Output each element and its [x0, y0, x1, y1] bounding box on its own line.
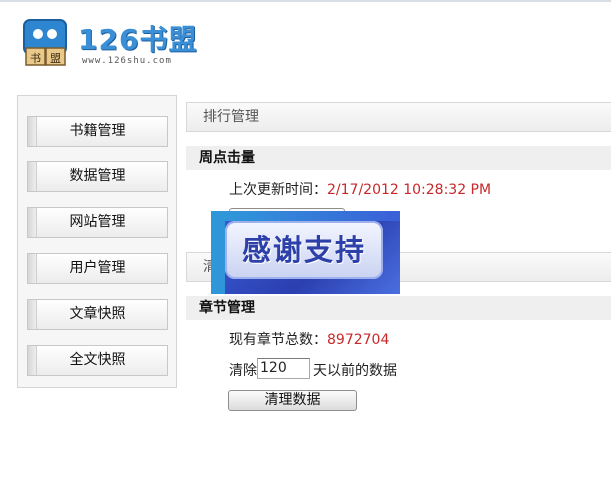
days-input[interactable]: 120 — [257, 358, 310, 379]
clear-prefix-label: 清除 — [229, 363, 257, 379]
logo-tile-right: 盟 — [50, 52, 61, 65]
sidebar-item-data[interactable]: 数据管理 — [27, 161, 168, 192]
logo-brand-text: 126书盟 — [78, 23, 198, 56]
last-update-row: 上次更新时间：2/17/2012 10:28:32 PM — [229, 179, 491, 199]
overlay-card: 感谢支持 — [225, 221, 383, 279]
logo-url-text: www.126shu.com — [82, 56, 172, 66]
thanks-overlay: 感谢支持 — [211, 211, 400, 294]
sidebar-item-fulltext-snapshot[interactable]: 全文快照 — [27, 345, 168, 376]
chapter-total-label: 现有章节总数： — [229, 332, 327, 348]
logo-mark-icon: 书 盟 — [23, 19, 67, 66]
chapter-total-value: 8972704 — [327, 332, 390, 348]
ranking-panel-header: 排行管理 — [186, 102, 611, 132]
sidebar-item-users[interactable]: 用户管理 — [27, 253, 168, 284]
clear-suffix-label: 天以前的数据 — [313, 363, 397, 379]
last-update-label: 上次更新时间： — [229, 182, 327, 198]
overlay-edge-top — [225, 211, 400, 221]
chapter-management-title: 章节管理 — [186, 296, 611, 320]
site-logo[interactable]: 书 盟 126书盟 www.126shu.com — [18, 14, 218, 72]
overlay-edge-left — [211, 211, 225, 294]
last-update-value: 2/17/2012 10:28:32 PM — [327, 182, 492, 198]
sidebar-item-website[interactable]: 网站管理 — [27, 207, 168, 238]
sidebar-item-books[interactable]: 书籍管理 — [27, 116, 168, 147]
top-border — [0, 0, 611, 2]
chapter-total-row: 现有章节总数：8972704 — [229, 329, 389, 349]
logo-tile-left: 书 — [30, 52, 41, 65]
sidebar-item-article-snapshot[interactable]: 文章快照 — [27, 299, 168, 330]
weekly-clicks-title: 周点击量 — [186, 146, 611, 170]
sidebar-nav: 书籍管理 数据管理 网站管理 用户管理 文章快照 全文快照 — [17, 95, 177, 388]
clear-data-button[interactable]: 清理数据 — [228, 390, 357, 411]
thanks-text: 感谢支持 — [241, 233, 366, 267]
